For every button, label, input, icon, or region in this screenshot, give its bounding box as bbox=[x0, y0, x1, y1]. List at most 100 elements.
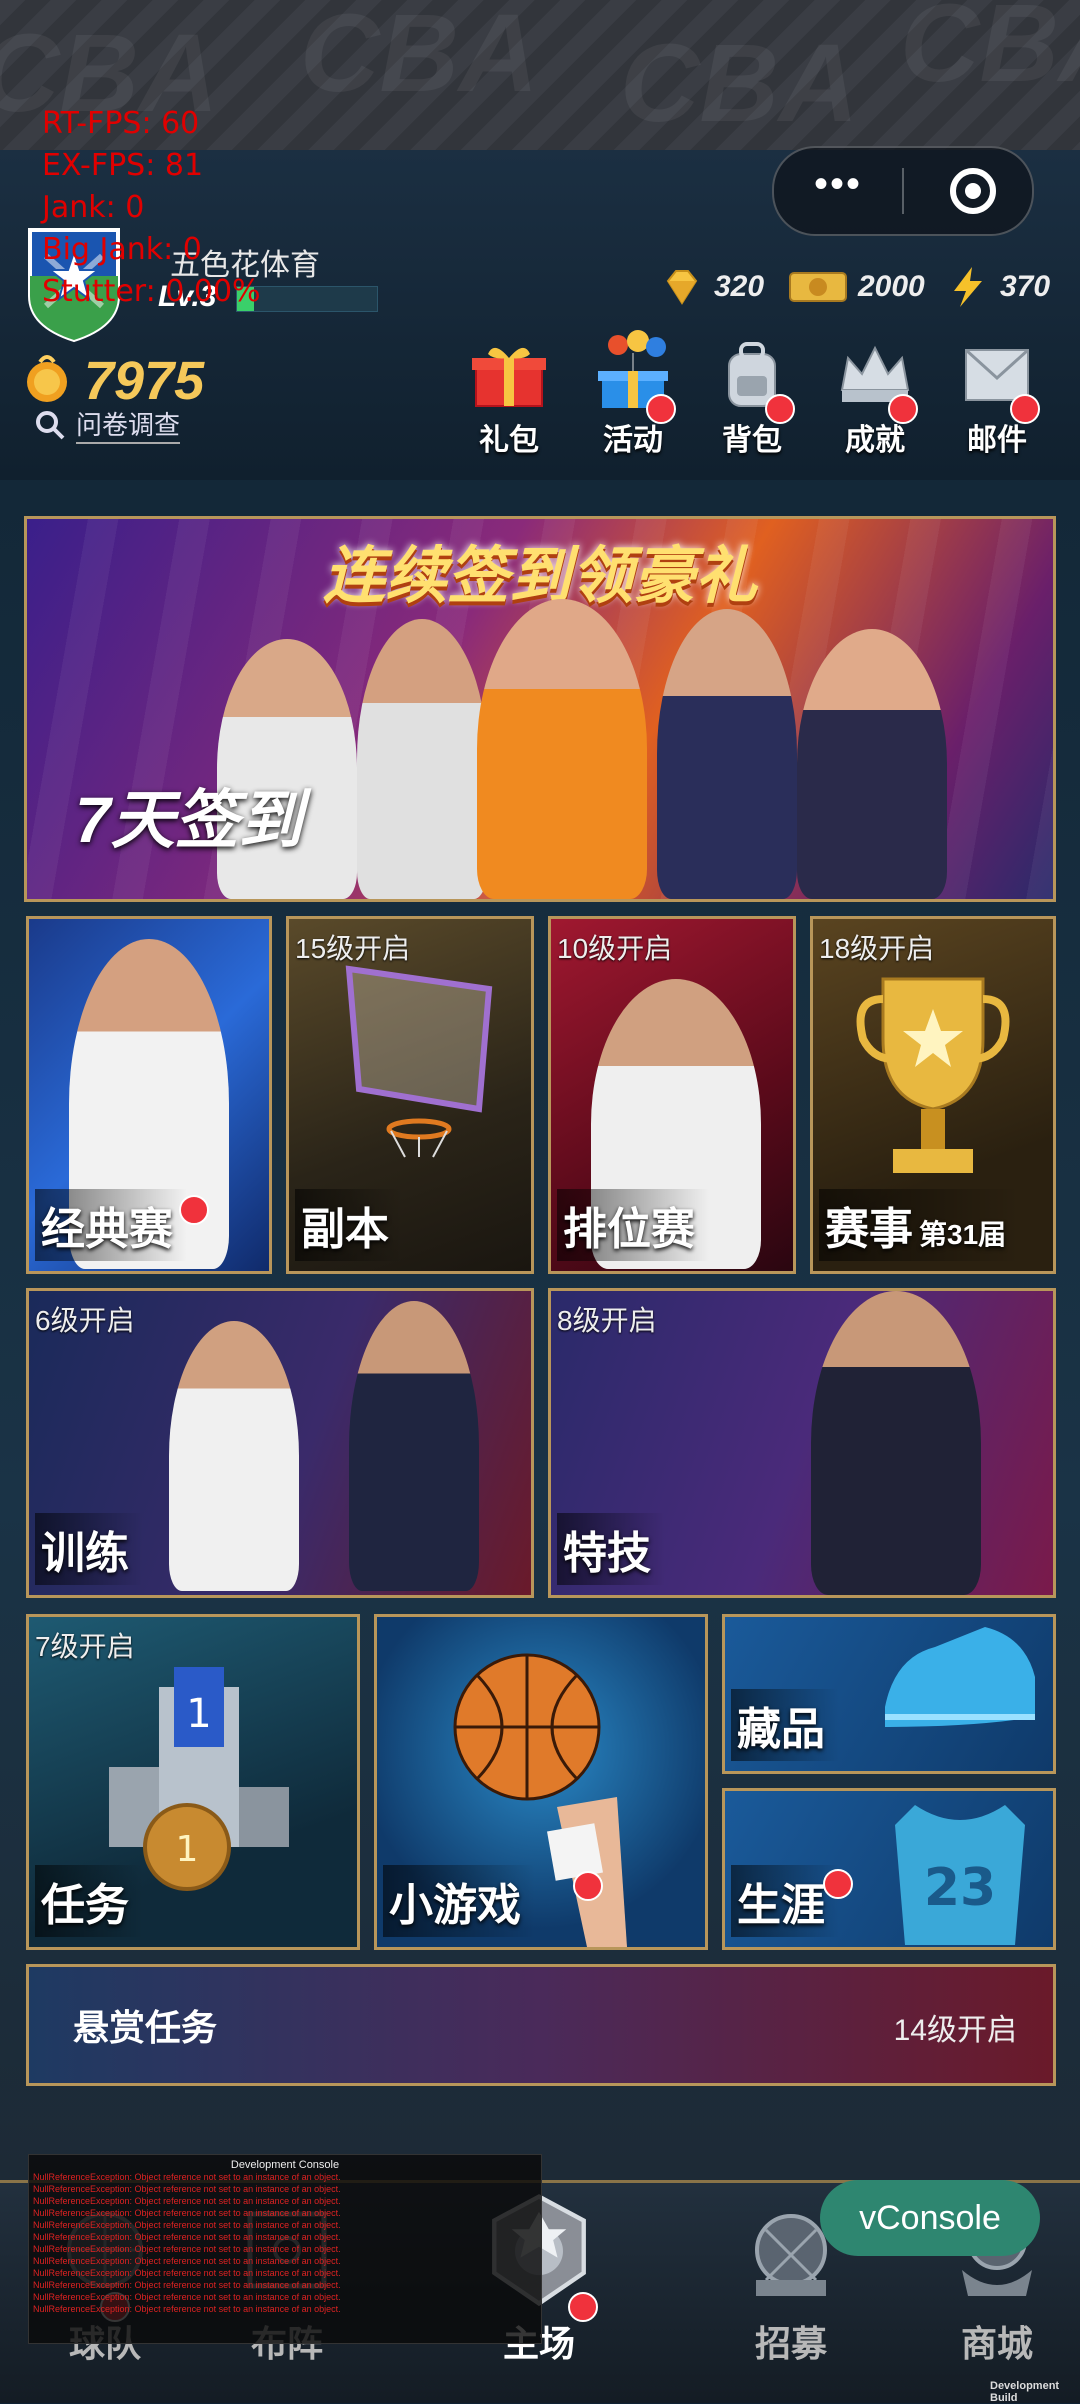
console-log: NullReferenceException: Object reference… bbox=[29, 2171, 541, 2315]
cba-watermark: CBA bbox=[620, 22, 859, 145]
console-line: NullReferenceException: Object reference… bbox=[33, 2280, 341, 2290]
player-figure bbox=[357, 619, 487, 899]
console-line: NullReferenceException: Object reference… bbox=[33, 2208, 341, 2218]
banner-title: 连续签到领豪礼 bbox=[322, 542, 757, 611]
diamond-count: 320 bbox=[714, 270, 765, 303]
ticket-icon bbox=[789, 272, 847, 302]
debug-big-jank: Big Jank: 0 bbox=[42, 232, 202, 267]
debug-ex-fps: EX-FPS: 81 bbox=[42, 148, 204, 183]
console-line: NullReferenceException: Object reference… bbox=[33, 2184, 341, 2194]
classic-badge bbox=[179, 1195, 209, 1225]
tile-classic-label: 经典赛 bbox=[35, 1189, 187, 1261]
bounty-lock: 14级开启 bbox=[893, 2014, 1017, 2047]
tile-ranked[interactable]: 10级开启 排位赛 bbox=[548, 916, 796, 1274]
bounty-label: 悬赏任务 bbox=[73, 2007, 218, 2048]
tile-classic[interactable]: 经典赛 bbox=[26, 916, 272, 1274]
achievement-badge bbox=[888, 394, 918, 424]
tile-dungeon-lock: 15级开启 bbox=[295, 933, 411, 964]
nav-mail[interactable]: 邮件 bbox=[942, 340, 1052, 459]
nav-gift-label: 礼包 bbox=[479, 424, 539, 457]
console-line: NullReferenceException: Object reference… bbox=[33, 2172, 341, 2182]
console-line: NullReferenceException: Object reference… bbox=[33, 2244, 341, 2254]
search-icon bbox=[36, 410, 65, 439]
tile-ranked-lock: 10级开启 bbox=[557, 933, 673, 964]
diamond-icon bbox=[666, 270, 698, 305]
console-line: NullReferenceException: Object reference… bbox=[33, 2256, 341, 2266]
tile-skill-label: 特技 bbox=[557, 1513, 665, 1585]
tile-task-lock: 7级开启 bbox=[35, 1631, 135, 1662]
tile-training[interactable]: 6级开启 训练 bbox=[26, 1288, 534, 1598]
activity-badge bbox=[646, 394, 676, 424]
resource-energy[interactable]: 370 bbox=[946, 262, 1050, 312]
tile-event-edition: 第31届 bbox=[919, 1219, 1007, 1250]
player-figure bbox=[797, 629, 947, 899]
svg-text:1: 1 bbox=[186, 1691, 211, 1737]
tile-skill-lock: 8级开启 bbox=[557, 1305, 657, 1336]
nav-achievement[interactable]: 成就 bbox=[820, 340, 930, 459]
development-build-label: Development Build bbox=[990, 2380, 1060, 2404]
banner-subtitle: 7天签到 bbox=[75, 784, 303, 856]
tile-task[interactable]: 1 1 7级开启 任务 bbox=[26, 1614, 360, 1950]
miniprogram-capsule: ••• bbox=[772, 146, 1034, 236]
bounty-banner[interactable]: 悬赏任务 14级开启 bbox=[26, 1964, 1056, 2086]
nav-activity-label: 活动 bbox=[603, 424, 663, 457]
tile-event[interactable]: 18级开启 赛事 第31届 bbox=[810, 916, 1056, 1274]
cba-watermark: CBA bbox=[900, 0, 1080, 105]
player-figure bbox=[657, 609, 797, 899]
tile-ranked-label: 排位赛 bbox=[557, 1189, 709, 1261]
coin-icon bbox=[27, 355, 67, 402]
mail-badge bbox=[1010, 394, 1040, 424]
trophy-icon bbox=[856, 977, 1010, 1173]
svg-text:1: 1 bbox=[176, 1829, 199, 1870]
vconsole-button[interactable]: vConsole bbox=[820, 2180, 1040, 2256]
console-title: Development Console bbox=[230, 2159, 340, 2171]
tile-minigame[interactable]: 小游戏 bbox=[374, 1614, 708, 1950]
survey-link[interactable]: 问卷调查 bbox=[34, 405, 181, 444]
lightning-icon bbox=[954, 267, 982, 307]
console-line: NullReferenceException: Object reference… bbox=[33, 2196, 341, 2206]
tile-minigame-label: 小游戏 bbox=[383, 1865, 535, 1937]
signin-banner[interactable]: 连续签到领豪礼 7天签到 bbox=[24, 516, 1056, 902]
backboard-icon bbox=[345, 965, 493, 1158]
nav-gift[interactable]: 礼包 bbox=[454, 340, 564, 459]
tile-dungeon[interactable]: 15级开启 副本 bbox=[286, 916, 534, 1274]
svg-text:23: 23 bbox=[924, 1858, 996, 1918]
resource-ticket[interactable]: 2000 bbox=[788, 262, 925, 312]
capsule-divider bbox=[902, 168, 904, 214]
gift-icon bbox=[472, 347, 546, 407]
sneaker-icon bbox=[885, 1627, 1035, 1727]
player-figure bbox=[811, 1291, 981, 1595]
nav-mail-label: 邮件 bbox=[967, 424, 1027, 457]
tile-event-lock: 18级开启 bbox=[819, 933, 935, 964]
development-console[interactable]: Development Console NullReferenceExcepti… bbox=[28, 2154, 542, 2344]
coin-count: 7975 bbox=[84, 351, 205, 411]
tile-collection-label: 藏品 bbox=[731, 1689, 839, 1761]
tile-collection[interactable]: 藏品 bbox=[722, 1614, 1056, 1774]
tile-event-title: 赛事 bbox=[825, 1205, 913, 1254]
tile-skill[interactable]: 8级开启 特技 bbox=[548, 1288, 1056, 1598]
player-figure bbox=[169, 1321, 299, 1591]
ticket-count: 2000 bbox=[858, 270, 925, 303]
jersey-icon: 23 bbox=[895, 1805, 1025, 1945]
tile-training-label: 训练 bbox=[35, 1513, 143, 1585]
tile-training-lock: 6级开启 bbox=[35, 1305, 135, 1336]
resource-diamond[interactable]: 320 bbox=[660, 262, 764, 312]
debug-stutter: Stutter: 0.00% bbox=[42, 274, 261, 309]
console-line: NullReferenceException: Object reference… bbox=[33, 2232, 341, 2242]
survey-label: 问卷调查 bbox=[76, 405, 181, 444]
nav-achievement-label: 成就 bbox=[845, 424, 905, 457]
tile-career[interactable]: 23 生涯 bbox=[722, 1788, 1056, 1950]
bag-badge bbox=[765, 394, 795, 424]
nav-bag[interactable]: 背包 bbox=[697, 340, 807, 459]
cba-watermark: CBA bbox=[300, 0, 539, 115]
more-menu-icon[interactable]: ••• bbox=[814, 162, 862, 207]
tile-event-label: 赛事 第31届 bbox=[819, 1189, 1021, 1261]
tab-shop-label: 商城 bbox=[960, 2323, 1033, 2364]
player-figure bbox=[349, 1301, 479, 1591]
tab-recruit-label: 招募 bbox=[754, 2323, 827, 2364]
tile-task-label: 任务 bbox=[35, 1865, 143, 1937]
close-miniprogram-icon[interactable] bbox=[950, 168, 996, 214]
tile-career-label: 生涯 bbox=[731, 1865, 839, 1937]
nav-activity[interactable]: 活动 bbox=[578, 330, 688, 459]
console-line: NullReferenceException: Object reference… bbox=[33, 2292, 341, 2302]
